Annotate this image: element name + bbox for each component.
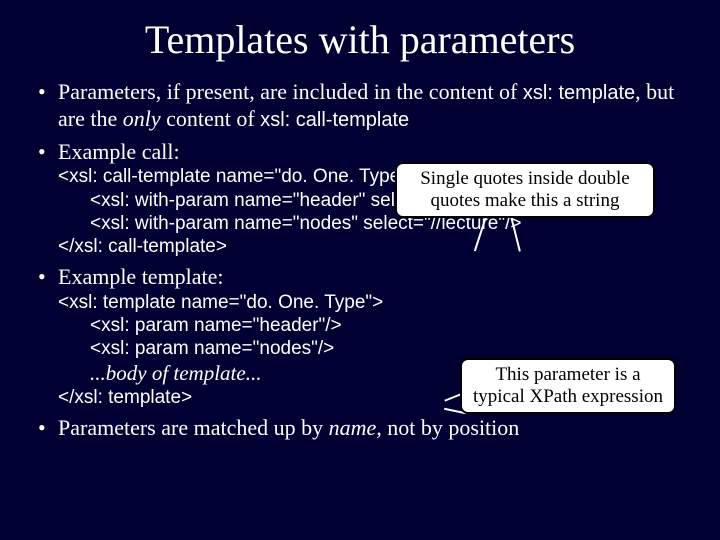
bullet-example-template: Example template: xyxy=(58,264,680,291)
code-line: <xsl: param name="header"/> xyxy=(58,314,680,337)
text-segment: Parameters are matched up by xyxy=(58,415,329,440)
text-name: name, xyxy=(329,415,382,440)
code-xsl-call-template: xsl: call-template xyxy=(260,109,409,131)
callout-line: typical XPath expression xyxy=(472,386,664,408)
text-segment: content of xyxy=(161,106,261,131)
code-line: <xsl: template name="do. One. Type"> xyxy=(58,291,680,314)
slide: Templates with parameters Parameters, if… xyxy=(0,0,720,540)
callout-line: This parameter is a xyxy=(472,364,664,386)
bullet-parameters-intro: Parameters, if present, are included in … xyxy=(58,79,680,133)
text-only: only xyxy=(123,106,161,131)
text-segment: Parameters, if present, are included in … xyxy=(58,79,523,104)
callout-line: Single quotes inside double xyxy=(407,168,643,190)
code-xsl-template: xsl: template xyxy=(523,82,635,104)
code-line: </xsl: call-template> xyxy=(58,235,680,258)
text-segment: not by position xyxy=(382,415,520,440)
bullet-matched-by-name: Parameters are matched up by name, not b… xyxy=(58,415,680,442)
callout-xpath: This parameter is a typical XPath expres… xyxy=(460,358,676,414)
slide-title: Templates with parameters xyxy=(0,0,720,73)
callout-single-quotes: Single quotes inside double quotes make … xyxy=(395,162,655,218)
callout-line: quotes make this a string xyxy=(407,190,643,212)
